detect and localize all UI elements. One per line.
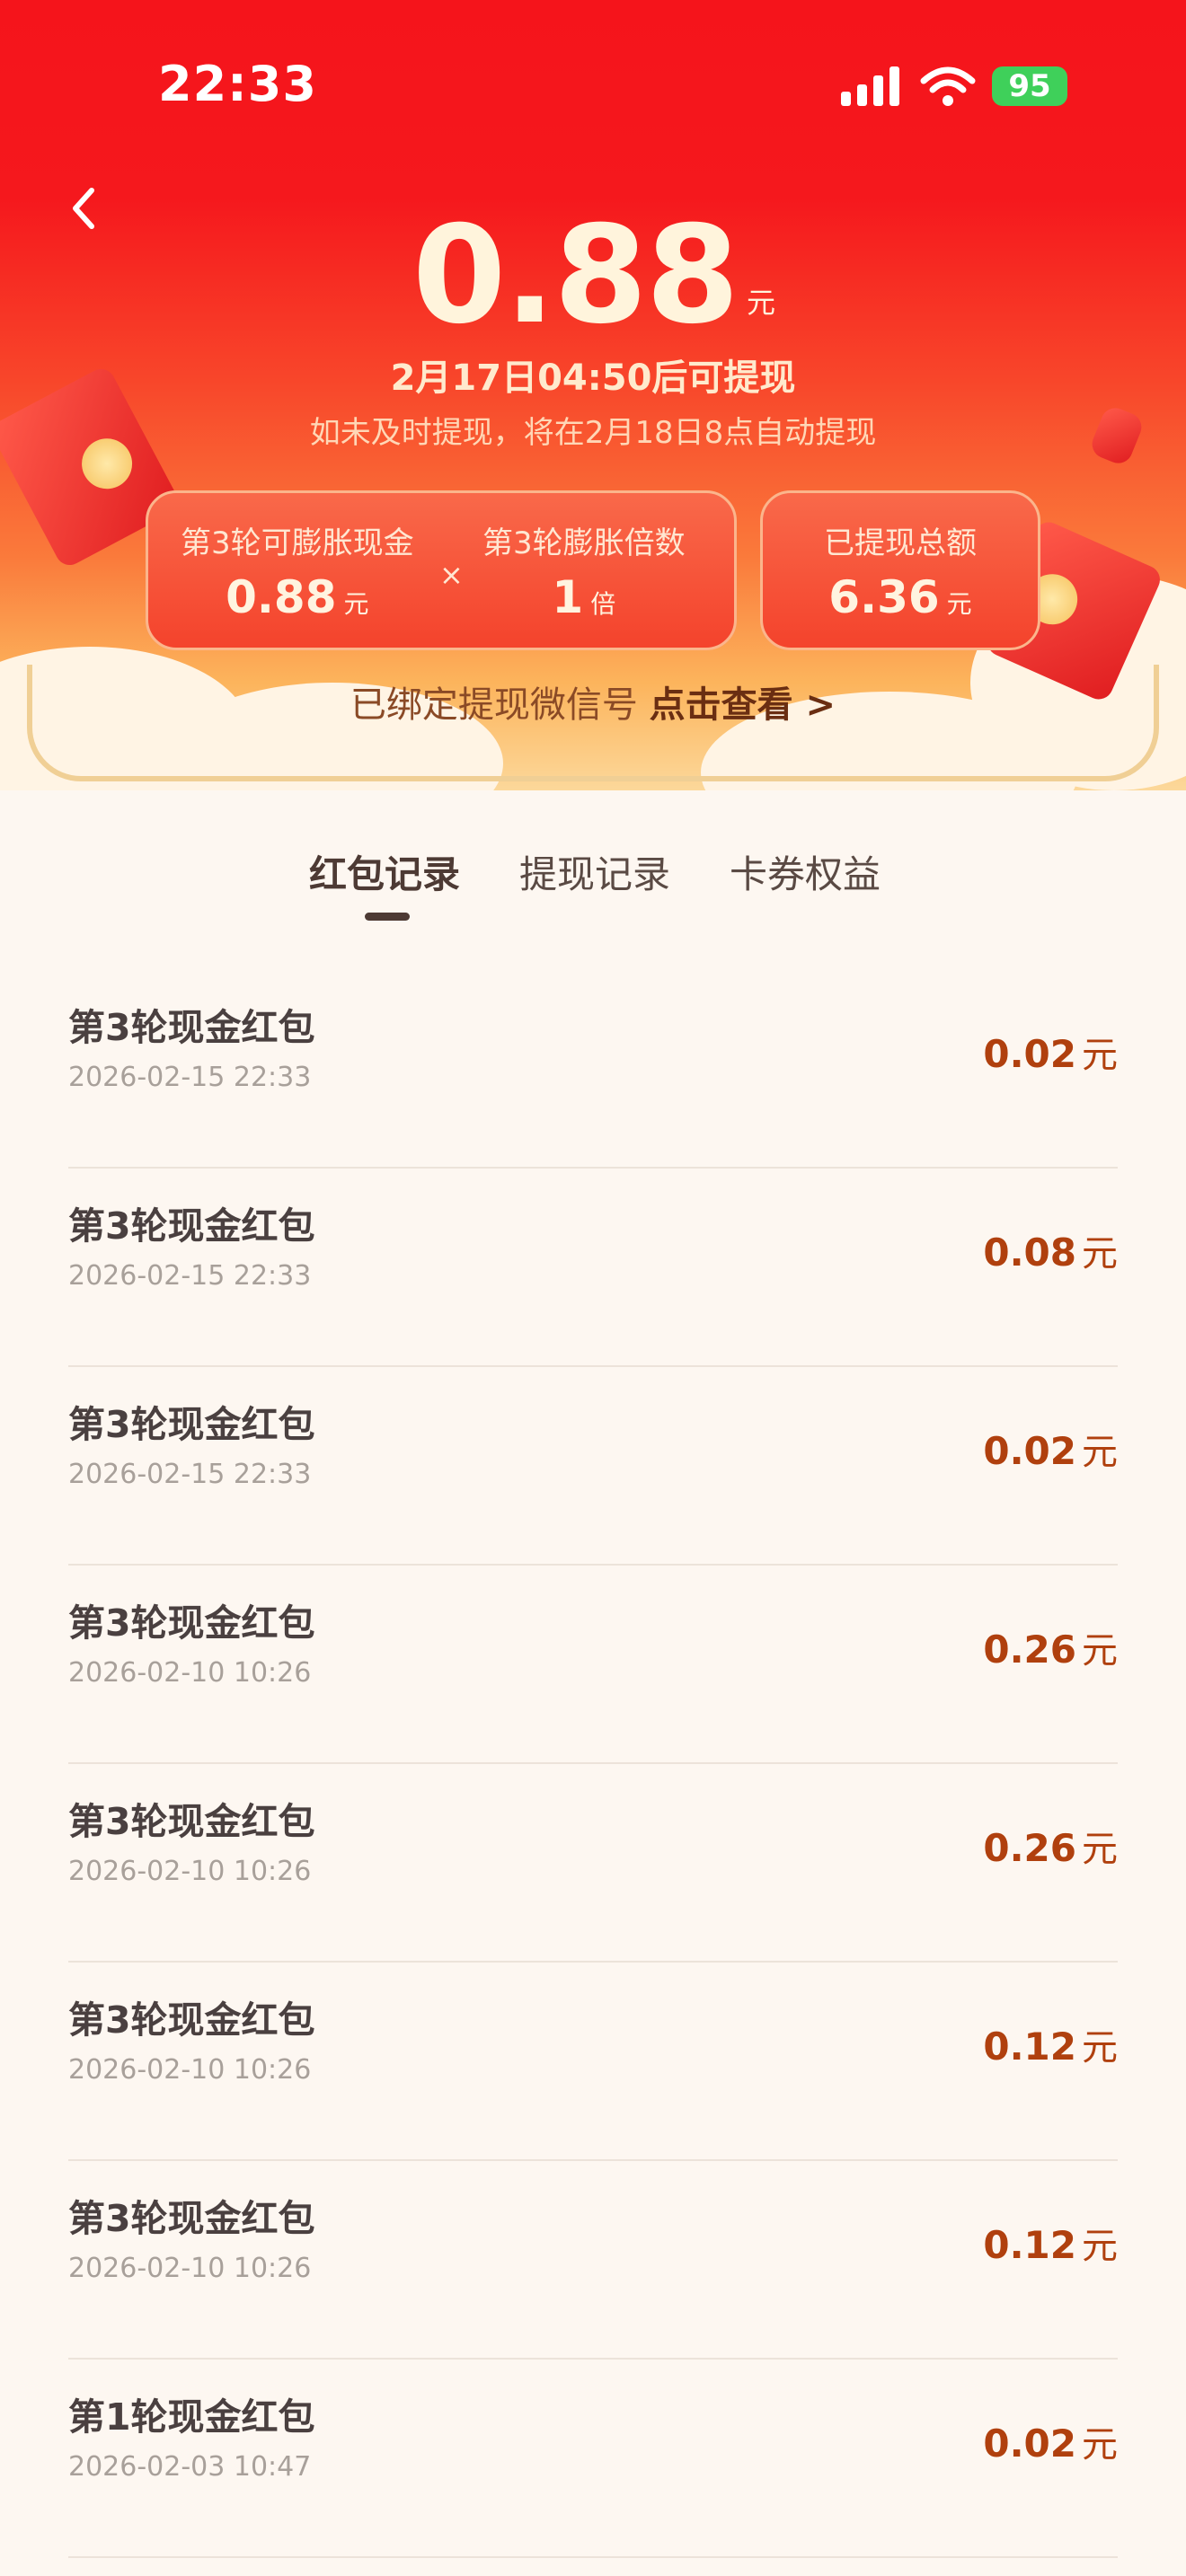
record-title: 第3轮现金红包 bbox=[68, 1998, 315, 2042]
multiplier-value-row: 1倍 bbox=[482, 571, 686, 623]
status-time: 22:33 bbox=[158, 56, 317, 112]
record-amount-value: 0.02 bbox=[983, 2422, 1076, 2466]
record-amount-value: 0.12 bbox=[983, 2025, 1076, 2069]
record-amount-value: 0.02 bbox=[983, 1429, 1076, 1473]
record-time: 2026-02-15 22:33 bbox=[68, 1062, 312, 1093]
record-time: 2026-02-10 10:26 bbox=[68, 1657, 312, 1689]
record-title: 第3轮现金红包 bbox=[68, 1204, 315, 1248]
cash-value: 0.88 bbox=[226, 571, 337, 623]
multiply-sign: × bbox=[439, 558, 464, 592]
record-amount: 0.26 元 bbox=[983, 1820, 1118, 1872]
record-amount-unit: 元 bbox=[1082, 1035, 1118, 1076]
record-amount: 0.02 元 bbox=[983, 1026, 1118, 1078]
record-title: 第3轮现金红包 bbox=[68, 2197, 315, 2240]
record-time: 2026-02-15 22:33 bbox=[68, 1459, 312, 1490]
record-tabs: 红包记录 提现记录 卡券权益 bbox=[0, 844, 1186, 925]
record-amount-value: 0.08 bbox=[983, 1231, 1076, 1275]
total-column: 已提现总额 6.36 元 bbox=[763, 518, 1038, 623]
list-item[interactable]: 第3轮现金红包 2026-02-10 10:26 0.26 元 bbox=[68, 1764, 1118, 1963]
record-time: 2026-02-10 10:26 bbox=[68, 1856, 312, 1887]
list-item[interactable]: 第3轮现金红包 2026-02-10 10:26 0.26 元 bbox=[68, 1566, 1118, 1764]
record-amount: 0.26 元 bbox=[983, 1621, 1118, 1673]
withdraw-time: 2月17日04:50后可提现 bbox=[390, 357, 796, 399]
record-amount-unit: 元 bbox=[1082, 2424, 1118, 2466]
record-title: 第3轮现金红包 bbox=[68, 1403, 315, 1446]
record-title: 第3轮现金红包 bbox=[68, 1800, 315, 1843]
total-value: 6.36 bbox=[828, 571, 940, 623]
record-amount-value: 0.02 bbox=[983, 1032, 1076, 1076]
cash-column: 第3轮可膨胀现金 0.88 元 bbox=[181, 518, 414, 623]
list-item[interactable]: 第3轮现金红包 2026-02-15 22:33 0.02 元 bbox=[68, 970, 1118, 1169]
total-withdrawn-card: 已提现总额 6.36 元 bbox=[760, 490, 1040, 650]
multiplier-column: 第3轮膨胀倍数 1倍 bbox=[482, 518, 686, 623]
total-label: 已提现总额 bbox=[824, 525, 977, 561]
wifi-icon bbox=[920, 66, 976, 106]
cash-value-row: 0.88 元 bbox=[181, 571, 414, 623]
tab-coupons[interactable]: 卡券权益 bbox=[730, 844, 881, 899]
record-amount: 0.02 元 bbox=[983, 2415, 1118, 2467]
record-title: 第3轮现金红包 bbox=[68, 1006, 315, 1049]
multiplier-label: 第3轮膨胀倍数 bbox=[482, 525, 686, 561]
battery-icon: 95 bbox=[992, 66, 1067, 106]
multiplier-unit: 倍 bbox=[590, 589, 616, 619]
balance-unit: 元 bbox=[747, 286, 775, 320]
record-amount-unit: 元 bbox=[1082, 1233, 1118, 1275]
record-amount-value: 0.26 bbox=[983, 1826, 1076, 1870]
record-amount-unit: 元 bbox=[1082, 1829, 1118, 1870]
multiplier-value: 1 bbox=[552, 571, 584, 623]
cash-unit: 元 bbox=[343, 589, 369, 619]
list-item[interactable]: 第3轮现金红包 2026-02-10 10:26 0.12 元 bbox=[68, 1963, 1118, 2161]
record-amount: 0.08 元 bbox=[983, 1224, 1118, 1276]
list-item[interactable]: 第3轮现金红包 2026-02-10 10:26 0.12 元 bbox=[68, 2161, 1118, 2360]
record-amount-unit: 元 bbox=[1082, 2226, 1118, 2267]
auto-withdraw-note: 如未及时提现，将在2月18日8点自动提现 bbox=[309, 415, 877, 451]
expansion-card: 第3轮可膨胀现金 0.88 元 × 第3轮膨胀倍数 1倍 bbox=[146, 490, 737, 650]
list-item[interactable]: 第1轮现金红包 2026-02-03 10:47 0.02 元 bbox=[68, 2360, 1118, 2558]
hero-header: 22:33 95 0.88 元 2月17日04:50后可提现 如未及时提现，将在2… bbox=[0, 0, 1186, 790]
record-title: 第3轮现金红包 bbox=[68, 1601, 315, 1645]
record-amount: 0.12 元 bbox=[983, 2217, 1118, 2269]
total-unit: 元 bbox=[946, 589, 972, 619]
cellular-signal-icon bbox=[841, 66, 899, 106]
red-packet-list: 第3轮现金红包 2026-02-15 22:33 0.02 元第3轮现金红包 2026-… bbox=[68, 970, 1118, 2558]
tab-active-indicator bbox=[365, 913, 410, 921]
tab-withdraw-records[interactable]: 提现记录 bbox=[519, 844, 670, 899]
tab-red-packet-records[interactable]: 红包记录 bbox=[309, 844, 460, 899]
cash-label: 第3轮可膨胀现金 bbox=[181, 525, 414, 561]
record-amount-unit: 元 bbox=[1082, 1630, 1118, 1672]
view-wechat-link[interactable]: 点击查看 > bbox=[650, 684, 836, 726]
record-time: 2026-02-10 10:26 bbox=[68, 2054, 312, 2086]
record-time: 2026-02-03 10:47 bbox=[68, 2451, 312, 2483]
wechat-bind-line: 已绑定提现微信号 点击查看 > bbox=[0, 675, 1186, 728]
record-time: 2026-02-10 10:26 bbox=[68, 2253, 312, 2284]
list-item[interactable]: 第3轮现金红包 2026-02-15 22:33 0.02 元 bbox=[68, 1367, 1118, 1566]
record-time: 2026-02-15 22:33 bbox=[68, 1260, 312, 1292]
record-amount: 0.02 元 bbox=[983, 1423, 1118, 1475]
record-title: 第1轮现金红包 bbox=[68, 2395, 315, 2439]
record-amount-unit: 元 bbox=[1082, 1432, 1118, 1473]
wechat-bind-text: 已绑定提现微信号 bbox=[350, 684, 638, 726]
record-amount-value: 0.12 bbox=[983, 2223, 1076, 2267]
record-amount: 0.12 元 bbox=[983, 2018, 1118, 2070]
balance-amount: 0.88 元 bbox=[0, 199, 1186, 352]
total-value-row: 6.36 元 bbox=[763, 571, 1038, 623]
record-amount-unit: 元 bbox=[1082, 2027, 1118, 2069]
balance-value: 0.88 bbox=[412, 198, 739, 354]
list-item[interactable]: 第3轮现金红包 2026-02-15 22:33 0.08 元 bbox=[68, 1169, 1118, 1367]
record-amount-value: 0.26 bbox=[983, 1628, 1076, 1672]
